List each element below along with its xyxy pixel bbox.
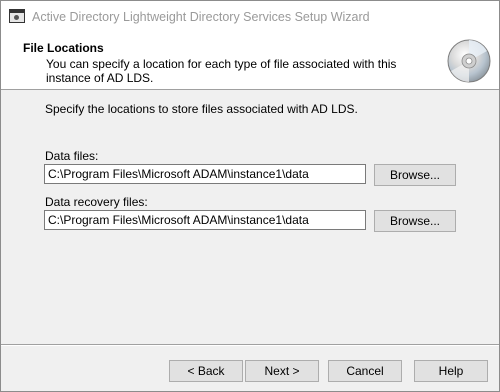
back-button[interactable]: < Back [169,360,243,382]
recovery-files-browse-button[interactable]: Browse... [374,210,456,232]
footer-separator [1,344,499,346]
window-title: Active Directory Lightweight Directory S… [32,10,370,24]
help-button[interactable]: Help [414,360,488,382]
data-files-input[interactable] [44,164,366,184]
instruction-text: Specify the locations to store files ass… [45,102,358,116]
recovery-files-label: Data recovery files: [45,195,148,209]
wizard-header: File Locations You can specify a locatio… [1,31,499,90]
recovery-files-input[interactable] [44,210,366,230]
next-button[interactable]: Next > [245,360,319,382]
page-title: File Locations [23,41,104,55]
data-files-browse-button[interactable]: Browse... [374,164,456,186]
setup-wizard-window: Active Directory Lightweight Directory S… [0,0,500,392]
cancel-button[interactable]: Cancel [328,360,402,382]
wizard-window-icon [9,9,25,23]
cd-disc-icon [447,39,491,83]
data-files-label: Data files: [45,149,99,163]
title-bar[interactable]: Active Directory Lightweight Directory S… [1,1,499,31]
page-description: You can specify a location for each type… [46,57,397,85]
